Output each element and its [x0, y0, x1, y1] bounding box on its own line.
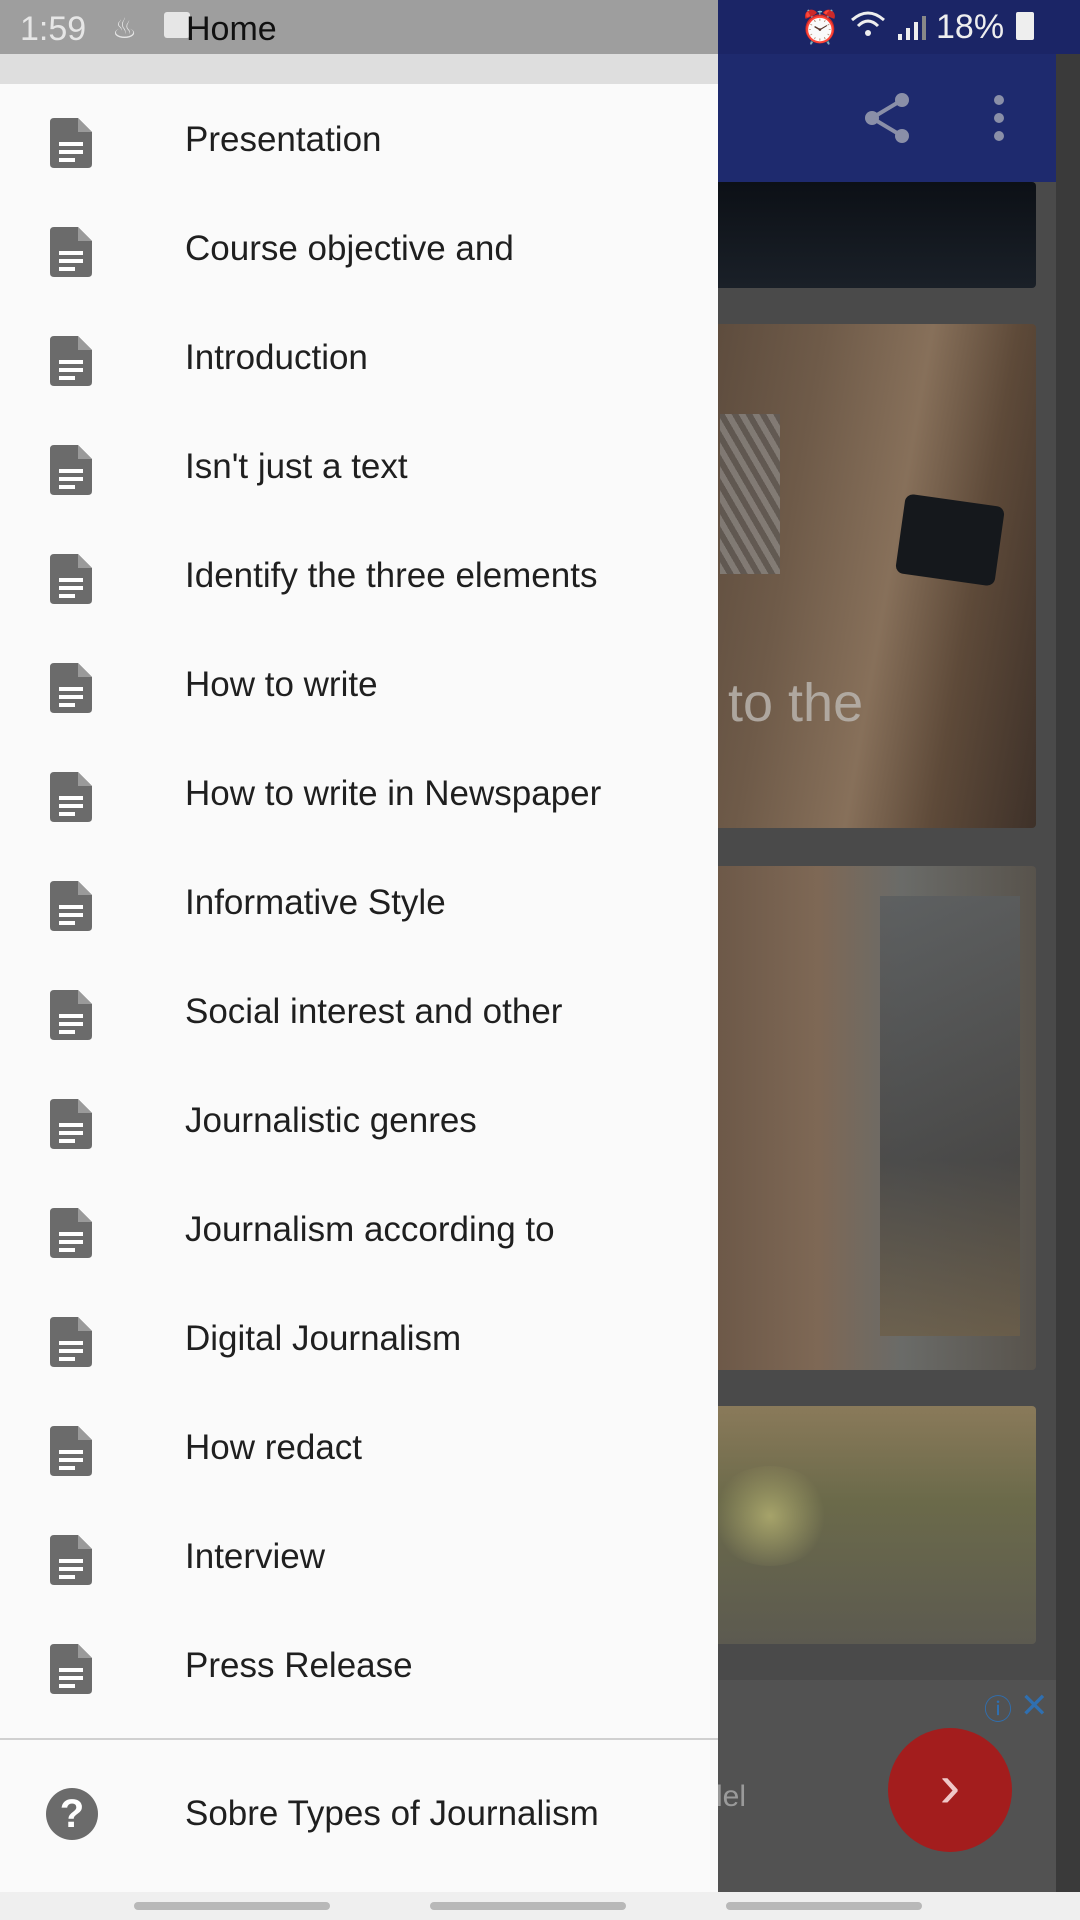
drawer-divider: [0, 1738, 718, 1740]
article-card[interactable]: [700, 324, 1036, 828]
drawer-item-label: Informative Style: [185, 883, 446, 922]
drawer-item[interactable]: How to write in Newspaper: [0, 738, 718, 846]
nav-recents-handle[interactable]: [134, 1902, 330, 1910]
document-icon: [50, 336, 92, 386]
drawer-item-label: Press Release: [185, 1646, 413, 1685]
drawer-item[interactable]: Informative Style: [0, 847, 718, 955]
drawer-item[interactable]: How to write: [0, 629, 718, 737]
card-caption: to the: [728, 673, 864, 733]
drawer-item-label: Introduction: [185, 338, 368, 377]
drawer-item[interactable]: Press Release: [0, 1610, 718, 1718]
drawer-item-label: Sobre Types of Journalism: [185, 1794, 599, 1833]
article-card[interactable]: [700, 1406, 1036, 1644]
drawer-header: [0, 54, 718, 84]
drawer-item-label: Presentation: [185, 120, 382, 159]
wifi-icon: [851, 11, 885, 36]
signal-icon: [898, 16, 926, 40]
document-icon: [50, 1426, 92, 1476]
drawer-item-label: Isn't just a text: [185, 447, 408, 486]
document-icon: [50, 1644, 92, 1694]
drawer-item[interactable]: How redact: [0, 1392, 718, 1500]
drawer-item[interactable]: Course objective and: [0, 193, 718, 301]
navigation-drawer: Presentation Course objective and Introduc…: [0, 54, 718, 1892]
drawer-item[interactable]: Isn't just a text: [0, 411, 718, 519]
document-icon: [50, 881, 92, 931]
ad-close-icon[interactable]: ✕: [1020, 1686, 1049, 1726]
document-icon: [50, 445, 92, 495]
drawer-item-label: Journalistic genres: [185, 1101, 477, 1140]
document-icon: [50, 772, 92, 822]
ad-info-icon[interactable]: ⓘ: [984, 1688, 1012, 1728]
drawer-item-label: Course objective and: [185, 229, 514, 268]
system-navigation-bar: [0, 1892, 1080, 1920]
drawer-item[interactable]: Digital Journalism: [0, 1283, 718, 1391]
drawer-item-about[interactable]: ? Sobre Types of Journalism: [0, 1772, 718, 1868]
card-image-detail: [894, 493, 1006, 587]
document-icon: [50, 1099, 92, 1149]
drawer-item-label: Social interest and other: [185, 992, 563, 1031]
status-time: 1:59: [20, 10, 87, 48]
battery-icon: [1016, 12, 1034, 40]
status-bar: 1:59 ♨ Home ⏰ 18%: [0, 0, 1080, 54]
drawer-item[interactable]: Social interest and other: [0, 956, 718, 1064]
status-app-title: Home: [186, 10, 277, 48]
drawer-item[interactable]: Journalism according to: [0, 1174, 718, 1282]
status-bar-left: [0, 0, 718, 54]
document-icon: [50, 227, 92, 277]
share-icon[interactable]: [860, 90, 916, 146]
article-card[interactable]: [700, 866, 1036, 1370]
drawer-item-label: Digital Journalism: [185, 1319, 462, 1358]
nav-back-handle[interactable]: [726, 1902, 922, 1910]
drawer-item-label: How to write in Newspaper: [185, 774, 602, 813]
more-options-icon[interactable]: [984, 92, 1014, 144]
document-icon: [50, 990, 92, 1040]
drawer-item-label: Journalism according to: [185, 1210, 555, 1249]
ad-text: lel: [716, 1780, 747, 1813]
document-icon: [50, 118, 92, 168]
alarm-icon: ⏰: [800, 9, 840, 45]
document-icon: [50, 1317, 92, 1367]
document-icon: [50, 663, 92, 713]
drawer-item[interactable]: Introduction: [0, 302, 718, 410]
notification-icon: ♨: [112, 13, 138, 44]
drawer-item-label: Interview: [185, 1537, 326, 1576]
document-icon: [50, 1208, 92, 1258]
ad-forward-button[interactable]: ›: [888, 1728, 1012, 1852]
drawer-item-label: How redact: [185, 1428, 363, 1467]
document-icon: [50, 1535, 92, 1585]
document-icon: [50, 554, 92, 604]
battery-level: 18%: [936, 8, 1005, 46]
help-icon: ?: [46, 1788, 98, 1840]
card-image-detail: [710, 1466, 830, 1566]
drawer-item[interactable]: Journalistic genres: [0, 1065, 718, 1173]
article-card[interactable]: [700, 182, 1036, 288]
card-image-detail: [720, 414, 780, 574]
drawer-item[interactable]: Presentation: [0, 84, 718, 192]
drawer-item-label: Identify the three elements: [185, 556, 598, 595]
card-image-detail: [880, 896, 1020, 1336]
drawer-item-label: How to write: [185, 665, 378, 704]
drawer-item[interactable]: Identify the three elements: [0, 520, 718, 628]
nav-home-handle[interactable]: [430, 1902, 626, 1910]
drawer-item[interactable]: Interview: [0, 1501, 718, 1609]
